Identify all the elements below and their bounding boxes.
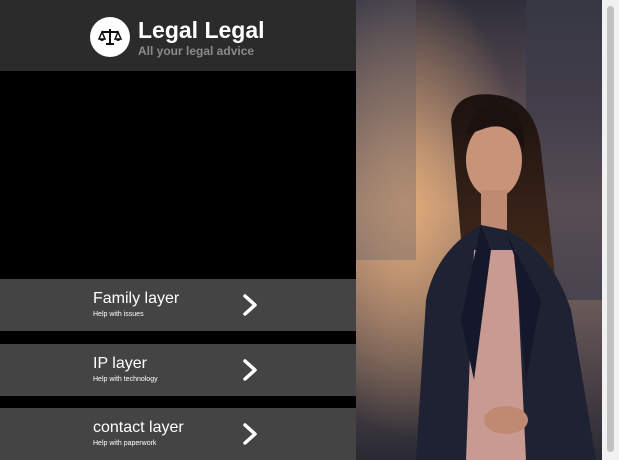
hero-photo [356,0,602,460]
menu-item-ip-layer[interactable]: IP layer Help with technology [0,344,356,396]
hero-area [0,71,356,278]
app-header: Legal Legal All your legal advice [0,0,356,71]
scrollbar-thumb[interactable] [607,6,614,452]
menu-item-subtitle: Help with issues [93,311,144,318]
scrollbar[interactable] [602,0,619,460]
chevron-right-icon[interactable] [240,358,260,382]
chevron-right-icon[interactable] [240,293,260,317]
woman-portrait-image [356,0,602,460]
menu-item-contact-layer[interactable]: contact layer Help with paperwork [0,408,356,460]
menu-item-subtitle: Help with paperwork [93,440,157,447]
menu-item-title: contact layer [93,419,184,436]
menu-item-title: IP layer [93,355,147,372]
scales-icon[interactable] [90,17,130,57]
left-panel: Legal Legal All your legal advice Family… [0,0,356,460]
menu-item-subtitle: Help with technology [93,376,158,383]
brand-title: Legal Legal [138,17,265,43]
menu-item-family-layer[interactable]: Family layer Help with issues [0,279,356,331]
brand-subtitle: All your legal advice [138,44,255,58]
chevron-right-icon[interactable] [240,422,260,446]
menu-item-title: Family layer [93,290,180,307]
